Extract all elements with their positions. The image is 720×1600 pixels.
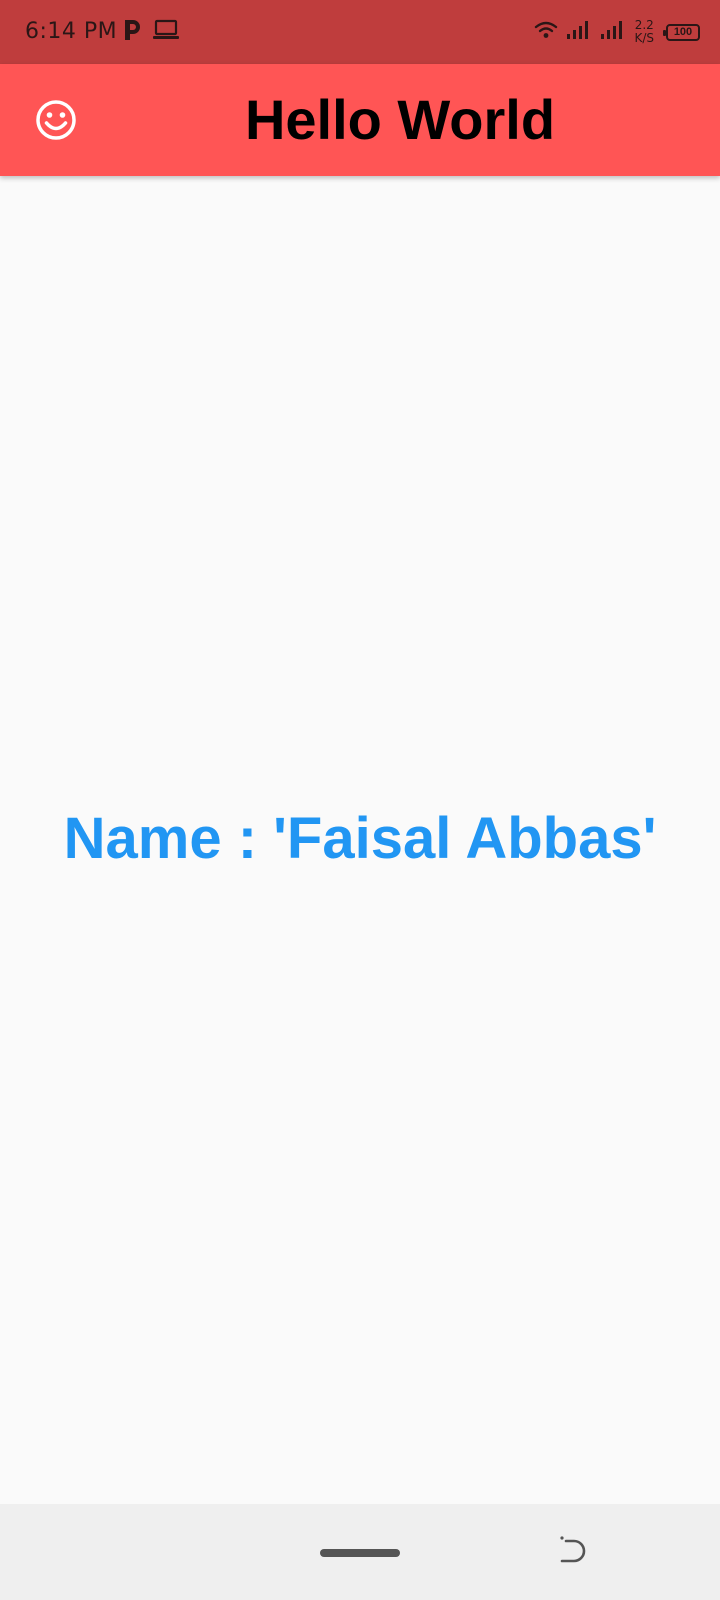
battery-level: 100 — [673, 26, 693, 38]
network-speed-unit: K/S — [634, 31, 654, 45]
status-bar: 6:14 PM 2.2 K/S 100 — [0, 0, 720, 64]
home-pill[interactable] — [320, 1549, 400, 1557]
laptop-icon — [152, 19, 180, 46]
wifi-icon — [534, 20, 558, 45]
app-title: Hello World — [244, 88, 556, 151]
signal-icon — [566, 20, 592, 45]
battery-icon: 100 — [663, 23, 700, 41]
network-speed: 2.2 K/S — [634, 19, 654, 45]
status-notification-icons — [122, 18, 180, 46]
main-content: Name : 'Faisal Abbas' — [0, 176, 720, 1504]
smiley-face-icon[interactable] — [34, 98, 78, 142]
p-app-icon — [122, 18, 142, 47]
signal-icon — [600, 20, 626, 45]
app-bar: Hello World — [0, 64, 720, 176]
back-gesture-icon[interactable] — [556, 1534, 590, 1568]
navigation-bar — [0, 1504, 720, 1600]
status-system-icons: 2.2 K/S 100 — [534, 16, 700, 48]
name-label: Name : 'Faisal Abbas' — [63, 806, 657, 871]
status-time: 6:14 PM — [25, 19, 118, 44]
